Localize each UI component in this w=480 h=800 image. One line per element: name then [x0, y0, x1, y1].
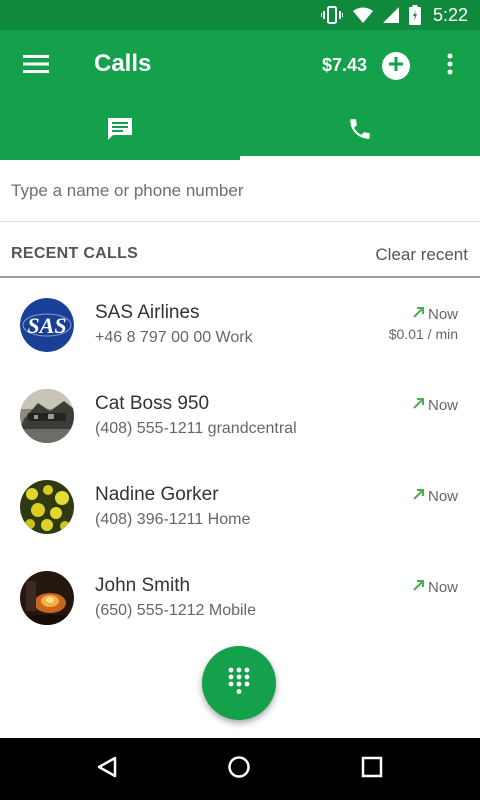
call-time: Now: [412, 487, 458, 505]
status-bar: 5:22: [0, 0, 480, 30]
contact-photo-icon: [20, 571, 74, 625]
add-credit-button[interactable]: [382, 52, 410, 80]
call-list: SAS SAS Airlines +46 8 797 00 00 Work No…: [0, 280, 480, 644]
section-title: RECENT CALLS: [11, 245, 139, 262]
menu-button[interactable]: [20, 52, 52, 80]
call-time-label: Now: [427, 396, 458, 414]
credit-balance[interactable]: $7.43: [322, 55, 367, 76]
call-row-cat-boss[interactable]: Cat Boss 950 (408) 555-1211 grandcentral…: [0, 371, 480, 462]
clear-recent-button[interactable]: Clear recent: [375, 245, 468, 265]
sas-logo-icon: SAS: [20, 298, 74, 352]
contact-name: SAS Airlines: [95, 302, 200, 323]
call-time-label: Now: [427, 578, 458, 596]
call-rate: $0.01 / min: [388, 326, 458, 342]
sas-logo-text: SAS: [27, 313, 66, 338]
dialpad-icon: [228, 667, 250, 700]
contact-photo-icon: [20, 480, 74, 534]
avatar: SAS: [20, 298, 74, 352]
recent-calls-header: RECENT CALLS Clear recent: [0, 232, 480, 278]
recents-icon: [361, 756, 383, 783]
plus-icon: [388, 56, 404, 77]
avatar: [20, 480, 74, 534]
call-row-sas-airlines[interactable]: SAS SAS Airlines +46 8 797 00 00 Work No…: [0, 280, 480, 371]
call-time: Now: [412, 305, 458, 323]
avatar: [20, 571, 74, 625]
contact-number: +46 8 797 00 00 Work: [95, 329, 253, 346]
home-icon: [227, 755, 251, 784]
search-input[interactable]: [0, 160, 480, 222]
app-bar: Calls $7.43: [0, 30, 480, 160]
home-button[interactable]: [219, 751, 259, 787]
back-button[interactable]: [87, 751, 127, 787]
call-time: Now: [412, 396, 458, 414]
call-time-label: Now: [427, 305, 458, 323]
wifi-icon: [352, 7, 373, 23]
outgoing-call-icon: [412, 396, 426, 414]
contact-number: (408) 396-1211 Home: [95, 511, 251, 528]
message-icon: [106, 116, 134, 147]
contact-name: Nadine Gorker: [95, 484, 219, 505]
outgoing-call-icon: [412, 578, 426, 596]
dialpad-button[interactable]: [202, 646, 276, 720]
call-time: Now: [412, 578, 458, 596]
more-options-button[interactable]: [438, 50, 462, 82]
call-row-nadine-gorker[interactable]: Nadine Gorker (408) 396-1211 Home Now: [0, 462, 480, 553]
tab-bar: [0, 102, 480, 160]
recents-button[interactable]: [352, 751, 392, 787]
contact-name: John Smith: [95, 575, 191, 596]
avatar: [20, 389, 74, 443]
more-vert-icon: [447, 53, 453, 80]
tab-calls[interactable]: [240, 102, 480, 160]
outgoing-call-icon: [412, 487, 426, 505]
back-icon: [96, 756, 118, 783]
page-title: Calls: [94, 50, 152, 77]
contact-number: (650) 555-1212 Mobile: [95, 602, 256, 619]
contact-name: Cat Boss 950: [95, 393, 210, 414]
battery-icon: [408, 5, 421, 25]
hamburger-menu-icon: [23, 54, 49, 79]
status-time: 5:22: [432, 4, 468, 25]
call-row-john-smith[interactable]: John Smith (650) 555-1212 Mobile Now: [0, 553, 480, 644]
outgoing-call-icon: [412, 305, 426, 323]
navigation-bar: [0, 738, 480, 800]
contact-number: (408) 555-1211 grandcentral: [95, 420, 297, 437]
contact-photo-icon: [20, 389, 74, 443]
phone-icon: [347, 116, 373, 147]
toolbar: Calls $7.43: [0, 30, 480, 102]
call-time-label: Now: [427, 487, 458, 505]
tab-messages[interactable]: [0, 102, 240, 160]
signal-icon: [382, 7, 399, 23]
vibrate-icon: [320, 6, 343, 24]
